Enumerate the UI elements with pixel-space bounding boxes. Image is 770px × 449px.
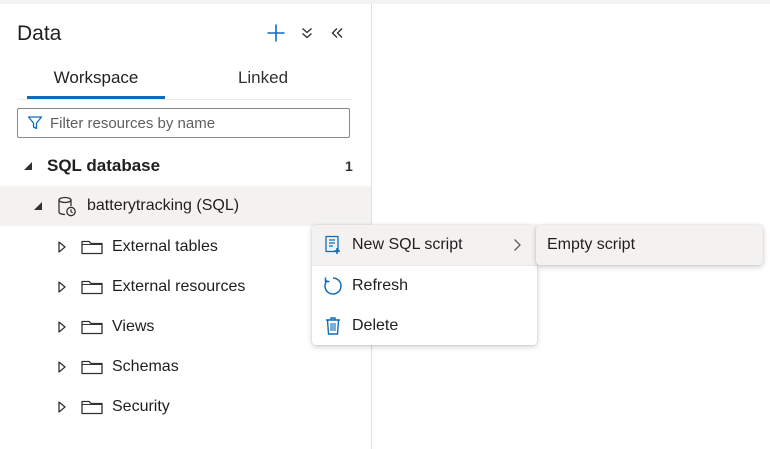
- chevron-right-icon: [512, 238, 522, 257]
- tree-group-sql-database[interactable]: SQL database 1: [0, 146, 371, 186]
- tree-group-label: SQL database: [47, 156, 161, 175]
- tree-item-security[interactable]: Security: [0, 387, 371, 427]
- caret-right-icon[interactable]: [56, 281, 68, 293]
- tab-separator: [17, 99, 352, 100]
- menu-item-delete[interactable]: Delete: [312, 306, 537, 346]
- folder-icon: [81, 359, 103, 380]
- tree-item-label: batterytracking (SQL): [87, 197, 240, 214]
- menu-item-refresh[interactable]: Refresh: [312, 266, 537, 306]
- collapse-panel-button[interactable]: [326, 22, 348, 44]
- double-chevron-left-icon: [330, 26, 344, 40]
- folder-icon: [81, 399, 103, 420]
- caret-right-icon[interactable]: [56, 361, 68, 373]
- caret-right-icon[interactable]: [56, 241, 68, 253]
- refresh-icon: [322, 275, 344, 297]
- caret-right-icon[interactable]: [56, 321, 68, 333]
- menu-item-label: Refresh: [352, 277, 409, 294]
- caret-right-icon[interactable]: [56, 401, 68, 413]
- filter-input[interactable]: [50, 114, 340, 132]
- tab-linked[interactable]: Linked: [193, 66, 333, 98]
- menu-item-label: New SQL script: [352, 236, 463, 253]
- trash-icon: [322, 315, 344, 337]
- folder-icon: [81, 239, 103, 260]
- sql-database-icon: [57, 196, 77, 223]
- folder-icon: [81, 319, 103, 340]
- context-menu: New SQL script Refresh Delete: [312, 225, 537, 345]
- collapse-all-button[interactable]: [296, 22, 318, 44]
- filter-box: [17, 108, 350, 138]
- menu-item-label: Delete: [352, 317, 399, 334]
- tree-item-label: External resources: [112, 278, 246, 295]
- tree-item-label: Views: [112, 318, 155, 335]
- submenu-item-empty-script[interactable]: Empty script: [536, 225, 763, 265]
- tree-item-database[interactable]: batterytracking (SQL): [0, 186, 371, 226]
- caret-down-icon[interactable]: [22, 160, 34, 172]
- tree-item-schemas[interactable]: Schemas: [0, 347, 371, 387]
- caret-down-icon[interactable]: [32, 200, 44, 212]
- panel-title: Data: [17, 22, 62, 45]
- filter-icon: [27, 115, 43, 131]
- submenu-item-label: Empty script: [547, 236, 636, 253]
- add-resource-button[interactable]: [265, 22, 287, 44]
- double-chevron-down-icon: [300, 26, 314, 40]
- tree-item-label: Schemas: [112, 358, 179, 375]
- tree-item-label: External tables: [112, 238, 218, 255]
- tree-group-count: 1: [345, 158, 353, 174]
- tree-item-label: Security: [112, 398, 170, 415]
- sql-script-icon: [322, 234, 344, 256]
- folder-icon: [81, 279, 103, 300]
- plus-icon: [266, 23, 286, 43]
- tab-workspace[interactable]: Workspace: [27, 66, 165, 98]
- menu-item-new-sql-script[interactable]: New SQL script: [312, 225, 537, 265]
